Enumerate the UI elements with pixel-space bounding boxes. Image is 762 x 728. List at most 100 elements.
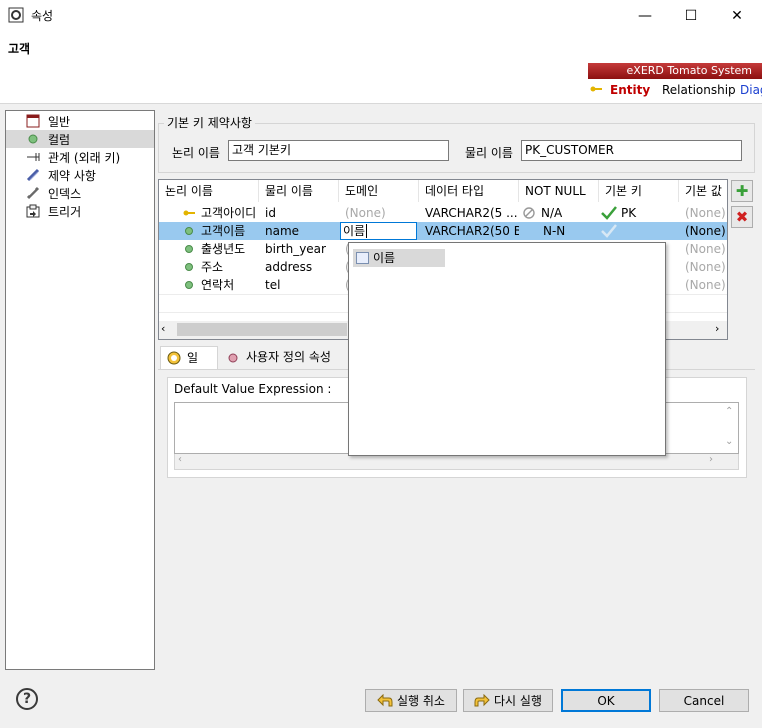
pk-logical-label: 논리 이름 — [172, 146, 220, 160]
cancel-button[interactable]: Cancel — [659, 689, 749, 712]
user-prop-icon — [228, 353, 238, 363]
maximize-button[interactable]: ☐ — [668, 0, 714, 31]
col-header-default[interactable]: 기본 값 — [679, 180, 727, 202]
entity-title: 고객 — [8, 42, 31, 56]
pk-group-title: 기본 키 제약사항 — [164, 114, 255, 131]
col-header-domain[interactable]: 도메인 — [339, 180, 419, 202]
cell-default: (None) — [685, 278, 726, 292]
undo-icon — [377, 693, 393, 706]
tab-user-properties[interactable]: 사용자 정의 속성 — [220, 346, 339, 370]
cell-logical: 주소 — [201, 260, 224, 274]
add-column-button[interactable]: ✚ — [731, 180, 753, 202]
nav-label-constraint: 제약 사항 — [48, 168, 96, 183]
cell-logical: 출생년도 — [201, 242, 246, 256]
nav-item-index[interactable]: 인덱스 — [6, 184, 154, 202]
general-tab-icon — [167, 351, 181, 365]
cell-physical: tel — [265, 278, 281, 292]
nav-label-general: 일반 — [48, 114, 71, 129]
scroll-thumb[interactable] — [177, 323, 347, 336]
cell-datatype: VARCHAR2(50 BY — [425, 224, 519, 238]
plus-icon: ✚ — [735, 182, 749, 200]
scroll-left-icon[interactable]: ‹ — [178, 454, 182, 465]
nav-label-relation: 관계 (외래 키) — [48, 150, 121, 165]
remove-column-button[interactable]: ✖ — [731, 206, 753, 228]
nav-label-column: 컬럼 — [48, 132, 71, 147]
dialog-header: 고객 eXERD Tomato System Entity Relationsh… — [0, 31, 762, 104]
trigger-icon — [26, 204, 40, 218]
window-title: 속성 — [31, 9, 54, 23]
table-row-selected[interactable]: 고객이름 name 이름 VARCHAR2(50 BY N-N (None) — [159, 222, 727, 240]
nav-item-column[interactable]: 컬럼 — [6, 130, 154, 148]
scroll-right-icon[interactable]: › — [715, 322, 719, 335]
nav-item-general[interactable]: 일반 — [6, 112, 154, 130]
property-nav: 일반 컬럼 관계 (외래 키) 제약 사항 인덱스 트리거 — [5, 110, 155, 670]
cell-logical: 고객아이디 — [201, 206, 257, 220]
cell-default: (None) — [685, 206, 726, 220]
key-icon — [183, 210, 195, 216]
default-value-hscrollbar[interactable]: ‹ › — [174, 454, 739, 470]
col-header-physical[interactable]: 물리 이름 — [259, 180, 339, 202]
cell-physical: address — [265, 260, 313, 274]
cell-notnull: N-N — [543, 224, 566, 238]
cell-default: (None) — [685, 242, 726, 256]
col-header-pk[interactable]: 기본 키 — [599, 180, 679, 202]
cell-default: (None) — [685, 260, 726, 274]
cell-domain: (None) — [345, 206, 386, 220]
undo-button[interactable]: 실행 취소 — [365, 689, 457, 712]
cell-physical: name — [265, 224, 300, 238]
domain-option-label: 이름 — [373, 251, 396, 265]
column-icon — [185, 227, 193, 235]
redo-label: 다시 실행 — [494, 694, 542, 708]
redo-button[interactable]: 다시 실행 — [463, 689, 553, 712]
cell-physical: birth_year — [265, 242, 326, 256]
column-icon — [28, 134, 38, 144]
banner-tab-entity: Entity — [610, 83, 651, 97]
column-icon — [185, 245, 193, 253]
banner-tab-relationship: Relationship — [662, 83, 736, 97]
relation-icon — [27, 153, 40, 161]
scroll-left-icon[interactable]: ‹ — [161, 322, 165, 335]
ok-button[interactable]: OK — [561, 689, 651, 712]
default-value-label: Default Value Expression : — [174, 382, 332, 396]
pk-physical-name-input[interactable]: PK_CUSTOMER — [521, 140, 742, 161]
app-icon — [8, 7, 24, 23]
column-icon — [185, 281, 193, 289]
cell-logical: 연락처 — [201, 278, 235, 292]
scroll-right-icon[interactable]: › — [709, 454, 713, 465]
cell-datatype: VARCHAR2(5 ... — [425, 206, 518, 220]
cell-physical: id — [265, 206, 276, 220]
check-icon — [601, 224, 617, 238]
col-header-datatype[interactable]: 데이터 타입 — [419, 180, 519, 202]
cell-pk: PK — [621, 206, 637, 220]
cell-default: (None) — [685, 224, 726, 238]
scroll-down-icon[interactable]: ⌄ — [725, 436, 733, 447]
cell-notnull: N/A — [541, 206, 563, 220]
undo-label: 실행 취소 — [397, 694, 445, 708]
col-header-logical[interactable]: 논리 이름 — [159, 180, 259, 202]
exerd-banner: eXERD Tomato System Entity Relationship … — [584, 57, 762, 103]
constraint-icon — [26, 168, 40, 182]
nav-item-trigger[interactable]: 트리거 — [6, 202, 154, 220]
cell-logical: 고객이름 — [201, 224, 246, 238]
banner-brand: eXERD Tomato System — [588, 63, 762, 79]
minimize-button[interactable]: — — [622, 0, 668, 31]
close-button[interactable]: ✕ — [714, 0, 760, 31]
delete-icon: ✖ — [735, 208, 749, 226]
domain-edit-input[interactable]: 이름 — [340, 222, 417, 240]
index-icon — [26, 186, 40, 200]
domain-edit-value: 이름 — [343, 224, 366, 238]
redo-icon — [474, 693, 490, 706]
help-button[interactable]: ? — [16, 688, 38, 710]
null-disabled-icon — [523, 207, 535, 219]
key-icon — [590, 86, 602, 92]
pk-logical-name-input[interactable]: 고객 기본키 — [228, 140, 449, 161]
tab-general[interactable]: 일반 — [160, 346, 218, 387]
domain-option[interactable]: 이름 — [353, 249, 445, 267]
col-header-notnull[interactable]: NOT NULL — [519, 180, 599, 202]
pk-physical-label: 물리 이름 — [465, 146, 513, 160]
nav-item-constraint[interactable]: 제약 사항 — [6, 166, 154, 184]
nav-item-relation[interactable]: 관계 (외래 키) — [6, 148, 154, 166]
banner-tab-diagram: Diag — [740, 83, 762, 97]
scroll-up-icon[interactable]: ⌃ — [725, 406, 733, 417]
table-row[interactable]: 고객아이디 id (None) VARCHAR2(5 ... N/A PK (N… — [159, 204, 727, 222]
